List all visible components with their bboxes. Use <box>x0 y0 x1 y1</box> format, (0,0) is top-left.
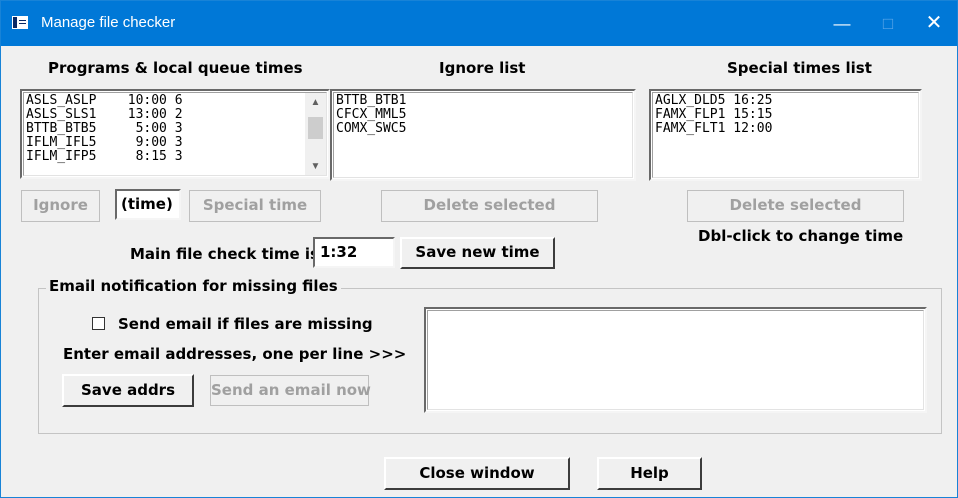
list-item[interactable]: ASLS_ASLP 10:00 6 <box>24 94 183 108</box>
list-item[interactable]: FAMX_FLT1 12:00 <box>653 122 772 136</box>
delete-ignore-button[interactable]: Delete selected <box>381 190 598 222</box>
ignore-listbox[interactable]: BTTB_BTB1 CFCX_MML5 COMX_SWC5 <box>330 89 636 181</box>
list-item[interactable]: IFLM_IFP5 8:15 3 <box>24 150 183 164</box>
list-item[interactable]: IFLM_IFL5 9:00 3 <box>24 136 183 150</box>
close-window-button[interactable]: Close window <box>384 457 570 490</box>
list-item[interactable]: CFCX_MML5 <box>334 108 406 122</box>
list-item[interactable]: BTTB_BTB1 <box>334 94 406 108</box>
scroll-thumb[interactable] <box>308 117 323 139</box>
minimize-button[interactable]: — <box>819 1 865 46</box>
list-item[interactable]: ASLS_SLS1 13:00 2 <box>24 108 183 122</box>
special-times-list: AGLX_DLD5 16:25 FAMX_FLP1 15:15 FAMX_FLT… <box>653 94 772 136</box>
list-item[interactable]: AGLX_DLD5 16:25 <box>653 94 772 108</box>
email-instructions: Enter email addresses, one per line >>> <box>63 345 407 363</box>
help-button[interactable]: Help <box>597 457 702 490</box>
special-time-field[interactable]: (time) <box>115 189 181 220</box>
close-icon[interactable]: ✕ <box>911 1 957 46</box>
special-times-listbox[interactable]: AGLX_DLD5 16:25 FAMX_FLP1 15:15 FAMX_FLT… <box>649 89 922 181</box>
programs-scrollbar[interactable]: ▲ ▼ <box>305 93 326 175</box>
list-item[interactable]: COMX_SWC5 <box>334 122 406 136</box>
manage-file-checker-window: Manage file checker — □ ✕ Programs & loc… <box>0 0 958 498</box>
special-time-button[interactable]: Special time <box>189 190 321 222</box>
special-times-heading: Special times list <box>727 59 872 77</box>
main-check-label: Main file check time is <box>130 245 319 263</box>
programs-heading: Programs & local queue times <box>48 59 303 77</box>
email-addresses-textarea[interactable] <box>424 307 927 413</box>
programs-list: ASLS_ASLP 10:00 6 ASLS_SLS1 13:00 2 BTTB… <box>24 94 183 164</box>
list-item[interactable]: FAMX_FLP1 15:15 <box>653 108 772 122</box>
send-email-checkbox[interactable] <box>92 317 105 330</box>
maximize-button[interactable]: □ <box>865 1 911 46</box>
special-times-hint: Dbl-click to change time <box>698 227 904 245</box>
save-new-time-button[interactable]: Save new time <box>400 237 555 269</box>
app-icon <box>12 16 28 29</box>
send-email-now-button[interactable]: Send an email now <box>210 375 371 406</box>
title-bar[interactable]: Manage file checker — □ ✕ <box>1 1 957 46</box>
scroll-down-icon[interactable]: ▼ <box>305 159 326 175</box>
window-title: Manage file checker <box>41 14 176 31</box>
email-addresses-frame <box>427 310 924 410</box>
ignore-button[interactable]: Ignore <box>21 190 100 222</box>
programs-listbox[interactable]: ASLS_ASLP 10:00 6 ASLS_SLS1 13:00 2 BTTB… <box>20 89 330 179</box>
list-item[interactable]: BTTB_BTB5 5:00 3 <box>24 122 183 136</box>
email-group-title: Email notification for missing files <box>46 277 341 295</box>
delete-special-button[interactable]: Delete selected <box>687 190 904 222</box>
save-addrs-button[interactable]: Save addrs <box>62 374 194 407</box>
scroll-up-icon[interactable]: ▲ <box>305 95 326 111</box>
send-email-checkbox-label[interactable]: Send email if files are missing <box>118 315 373 333</box>
main-check-time-field[interactable]: 1:32 <box>313 237 395 268</box>
ignore-list-heading: Ignore list <box>439 59 526 77</box>
ignore-list: BTTB_BTB1 CFCX_MML5 COMX_SWC5 <box>334 94 406 136</box>
